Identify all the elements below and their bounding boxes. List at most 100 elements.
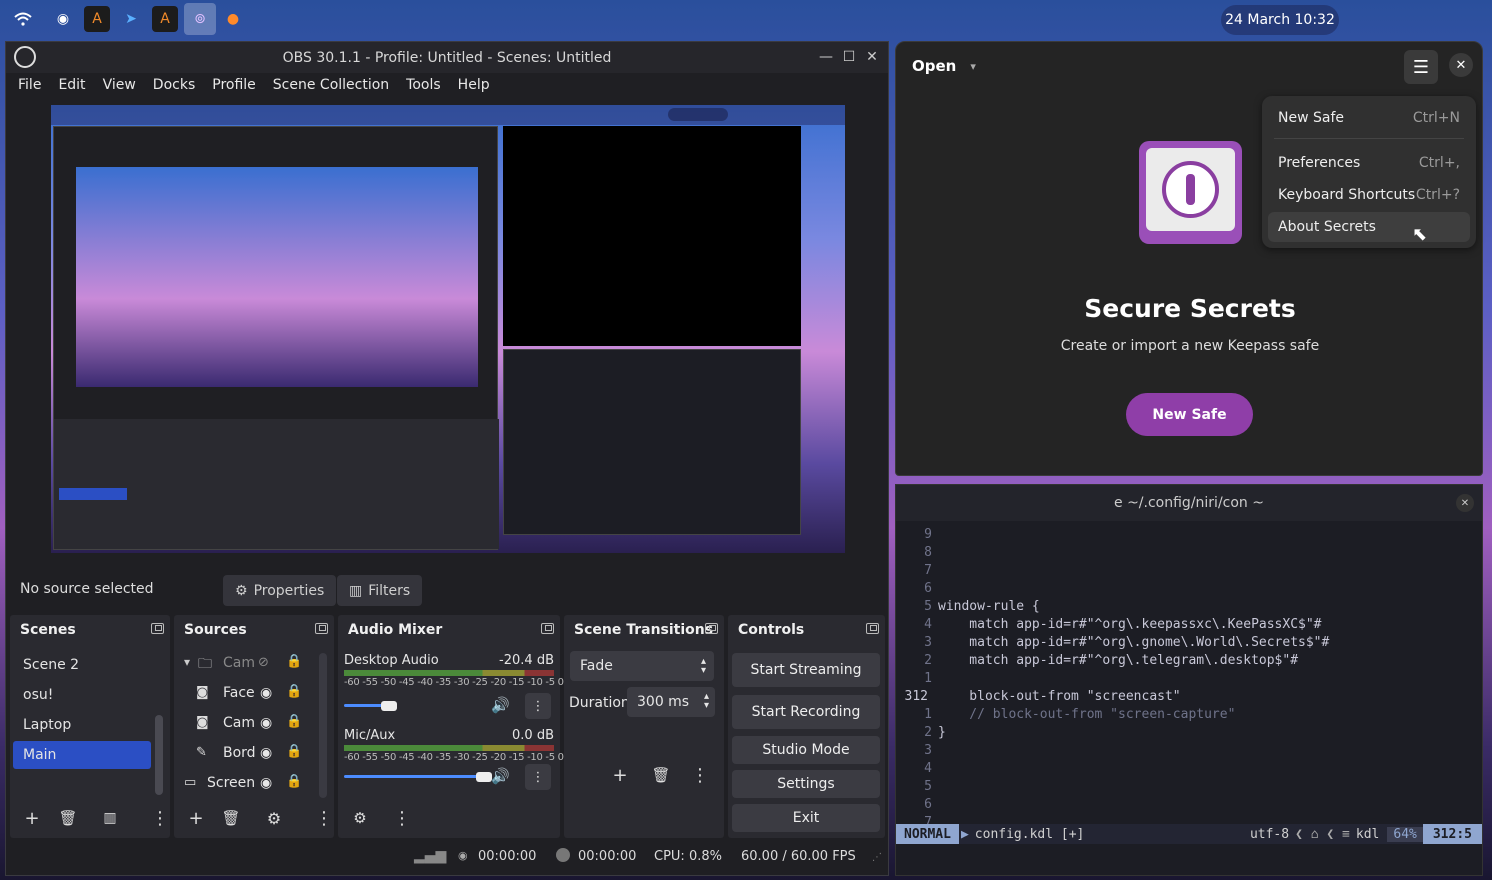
menu-item-about[interactable]: About Secrets bbox=[1268, 212, 1470, 242]
scene-filters-icon[interactable]: ▥ bbox=[98, 806, 122, 830]
menu-tools[interactable]: Tools bbox=[406, 77, 441, 93]
transition-select[interactable]: Fade ▴ ▾ bbox=[570, 651, 714, 681]
lock-icon[interactable]: 🔒 bbox=[286, 744, 302, 759]
source-more-icon[interactable]: ⋮ bbox=[312, 806, 336, 830]
menu-item-new-safe[interactable]: New Safe Ctrl+N bbox=[1268, 103, 1470, 133]
status-bar: ▂▄▆ ◉ 00:00:00 00:00:00 CPU: 0.8% 60.00 … bbox=[8, 842, 886, 872]
spinner-icon[interactable]: ▴ ▾ bbox=[704, 692, 709, 711]
eye-hidden-icon[interactable]: ⊘ bbox=[258, 655, 269, 670]
hamburger-menu-icon[interactable]: ☰ bbox=[1404, 50, 1438, 84]
menu-item-preferences[interactable]: Preferences Ctrl+, bbox=[1268, 148, 1470, 178]
lock-icon[interactable]: 🔒 bbox=[286, 714, 302, 729]
menu-docks[interactable]: Docks bbox=[153, 77, 195, 93]
source-label[interactable]: Cam bbox=[223, 715, 255, 731]
transition-more-icon[interactable]: ⋮ bbox=[688, 763, 712, 787]
scene-item-selected[interactable]: Main bbox=[13, 741, 151, 769]
firefox-icon[interactable]: ● bbox=[220, 6, 246, 32]
menu-bar: File Edit View Docks Profile Scene Colle… bbox=[6, 73, 888, 97]
open-button[interactable]: Open ▾ bbox=[906, 52, 982, 80]
source-settings-icon[interactable]: ⚙ bbox=[262, 806, 286, 830]
menu-item-keyboard-shortcuts[interactable]: Keyboard Shortcuts Ctrl+? bbox=[1268, 180, 1470, 210]
source-label[interactable]: Screen bbox=[207, 775, 255, 791]
lock-icon[interactable]: 🔒 bbox=[286, 654, 302, 669]
clock[interactable]: 24 March 10:32 bbox=[1221, 5, 1339, 35]
sources-dock: Sources ▾ 🗀 Cam ⊘ 🔒 ◙ Face ◉ 🔒 ◙ Cam ◉ 🔒… bbox=[174, 615, 334, 838]
add-source-icon[interactable]: + bbox=[184, 806, 208, 830]
close-icon[interactable]: ✕ bbox=[862, 47, 882, 67]
exit-button[interactable]: Exit bbox=[732, 804, 880, 832]
menu-file[interactable]: File bbox=[18, 77, 41, 93]
remove-scene-icon[interactable]: 🗑 bbox=[56, 806, 80, 830]
remove-source-icon[interactable]: 🗑 bbox=[219, 806, 243, 830]
new-safe-button[interactable]: New Safe bbox=[1126, 393, 1253, 436]
minimize-icon[interactable]: — bbox=[816, 47, 836, 67]
close-icon[interactable]: ✕ bbox=[1456, 494, 1474, 512]
eye-icon[interactable]: ◉ bbox=[260, 715, 272, 731]
desktop-audio-db: -20.4 dB bbox=[499, 653, 554, 668]
add-scene-icon[interactable]: + bbox=[20, 806, 44, 830]
secrets-window: Open ▾ ☰ ✕ Secure Secrets Create or impo… bbox=[895, 41, 1483, 476]
start-streaming-button[interactable]: Start Streaming bbox=[732, 653, 880, 687]
sources-scrollbar[interactable] bbox=[319, 653, 327, 798]
settings-button[interactable]: Settings bbox=[732, 770, 880, 798]
dropdown-arrow-icon[interactable]: ▾ bbox=[970, 60, 976, 73]
properties-button[interactable]: ⚙ Properties bbox=[223, 575, 337, 606]
speaker-icon[interactable]: 🔊 bbox=[491, 696, 510, 714]
source-label[interactable]: Bord bbox=[223, 745, 256, 761]
steam-icon[interactable]: ◉ bbox=[50, 6, 76, 32]
scene-item[interactable]: Scene 2 bbox=[13, 651, 151, 679]
filters-button[interactable]: ▥ Filters bbox=[337, 575, 423, 606]
secrets-icon[interactable]: ⊚ bbox=[184, 3, 216, 35]
scene-more-icon[interactable]: ⋮ bbox=[148, 806, 172, 830]
studio-mode-button[interactable]: Studio Mode bbox=[732, 736, 880, 764]
mixer-more-icon[interactable]: ⋮ bbox=[390, 806, 414, 830]
wifi-icon[interactable] bbox=[10, 6, 36, 32]
menu-scene-collection[interactable]: Scene Collection bbox=[273, 77, 389, 93]
preview-canvas[interactable] bbox=[51, 105, 845, 553]
telegram-icon[interactable]: ➤ bbox=[118, 6, 144, 32]
start-recording-button[interactable]: Start Recording bbox=[732, 695, 880, 729]
speaker-icon[interactable]: 🔊 bbox=[491, 767, 510, 785]
lock-icon[interactable]: 🔒 bbox=[286, 684, 302, 699]
float-icon[interactable] bbox=[151, 623, 164, 634]
desktop-audio-knob[interactable] bbox=[380, 701, 397, 711]
line-number: 2 bbox=[924, 725, 932, 740]
arch-icon-2[interactable]: A bbox=[152, 6, 178, 32]
scroll-percent: 64% bbox=[1387, 826, 1423, 842]
scene-item[interactable]: osu! bbox=[13, 681, 151, 709]
lock-icon[interactable]: 🔒 bbox=[286, 774, 302, 789]
chevron-down-icon[interactable]: ▾ bbox=[184, 655, 190, 669]
eye-icon[interactable]: ◉ bbox=[260, 775, 272, 791]
eye-icon[interactable]: ◉ bbox=[260, 685, 272, 701]
stream-time: 00:00:00 bbox=[478, 849, 537, 864]
menu-view[interactable]: View bbox=[103, 77, 136, 93]
duration-input[interactable]: 300 ms ▴ ▾ bbox=[627, 687, 715, 717]
mic-aux-more-icon[interactable]: ⋮ bbox=[525, 764, 551, 790]
desktop-audio-more-icon[interactable]: ⋮ bbox=[525, 693, 551, 719]
float-icon[interactable] bbox=[315, 623, 328, 634]
folder-icon: 🗀 bbox=[198, 656, 212, 672]
mixer-settings-icon[interactable]: ⚙ bbox=[348, 806, 372, 830]
close-icon[interactable]: ✕ bbox=[1449, 53, 1473, 77]
resize-grip-icon[interactable]: ⋰ bbox=[872, 852, 882, 863]
menu-profile[interactable]: Profile bbox=[212, 77, 256, 93]
eye-icon[interactable]: ◉ bbox=[260, 745, 272, 761]
scenes-scrollbar[interactable] bbox=[155, 715, 163, 795]
scene-item[interactable]: Laptop bbox=[13, 711, 151, 739]
float-icon[interactable] bbox=[541, 623, 554, 634]
source-group-label[interactable]: Cam bbox=[223, 655, 255, 671]
add-transition-icon[interactable]: + bbox=[608, 763, 632, 787]
code-area[interactable]: 9 8 7 6 5 window-rule {4 match app-id=r#"^org… bbox=[896, 521, 1482, 830]
maximize-icon[interactable]: ☐ bbox=[839, 47, 859, 67]
arch-icon[interactable]: A bbox=[84, 6, 110, 32]
cpu-usage: CPU: 0.8% bbox=[654, 849, 722, 864]
float-icon[interactable] bbox=[866, 623, 879, 634]
remove-transition-icon[interactable]: 🗑 bbox=[649, 763, 673, 787]
menu-help[interactable]: Help bbox=[458, 77, 490, 93]
source-label[interactable]: Face bbox=[223, 685, 255, 701]
preview-selected-scene bbox=[59, 488, 127, 500]
mic-aux-slider[interactable] bbox=[344, 775, 484, 778]
float-icon[interactable] bbox=[705, 623, 718, 634]
menu-edit[interactable]: Edit bbox=[58, 77, 85, 93]
mic-aux-knob[interactable] bbox=[476, 772, 492, 782]
